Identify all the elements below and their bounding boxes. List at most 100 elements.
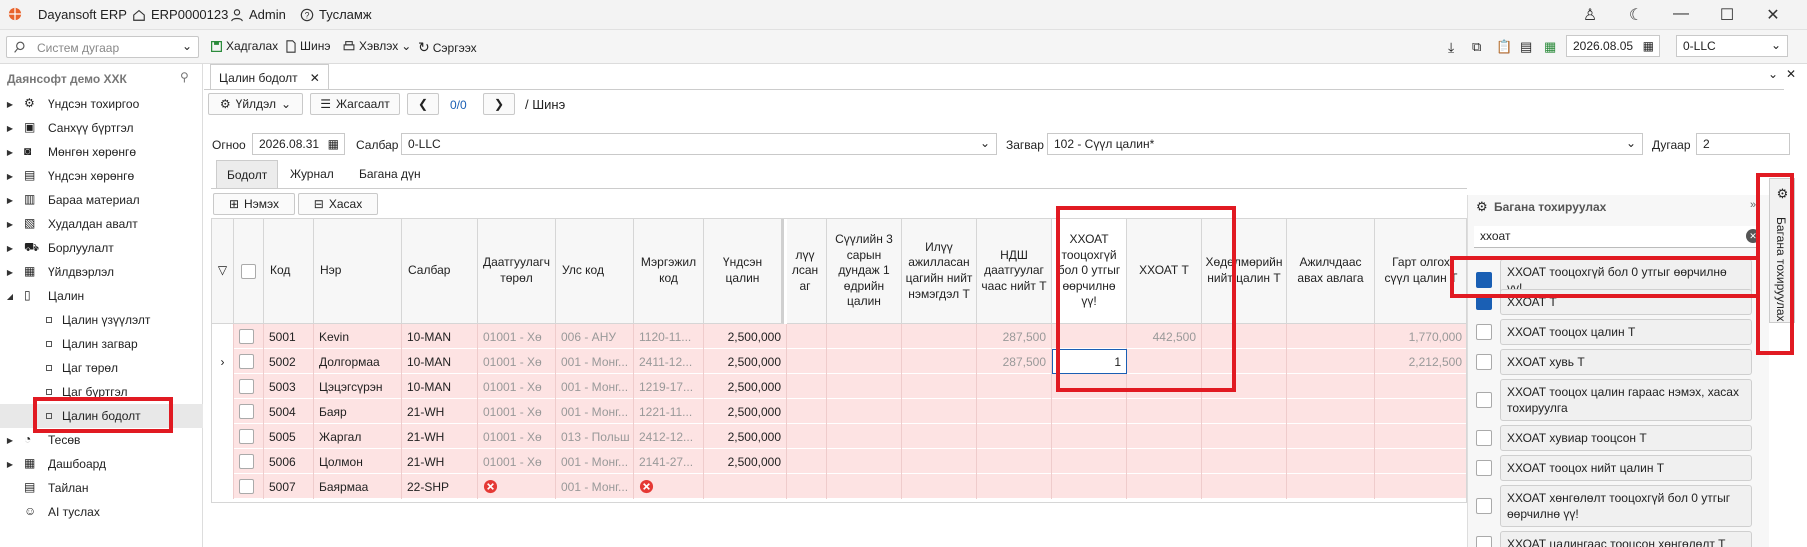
expand-arrow-icon[interactable]: ▶ <box>4 124 16 133</box>
sidebar-item-inventory[interactable]: ▶ ▥ Бараа материал <box>0 189 203 211</box>
date-field[interactable]: 2026.08.31 ▦ <box>252 133 345 155</box>
sidebar-subitem-time-type[interactable]: Цаг төрөл <box>46 357 118 379</box>
column-option[interactable]: ХХОАТ цалингаас тооцсон хөнгөлөлт Т <box>1476 531 1752 547</box>
print-button[interactable]: Хэвлэх ⌄ <box>342 39 411 53</box>
doc-number[interactable]: ERP0000123 <box>132 7 228 22</box>
help-menu[interactable]: ? Тусламж <box>300 7 372 22</box>
column-option[interactable]: ХХОАТ хувь Т <box>1476 349 1752 376</box>
checkbox[interactable] <box>1476 498 1492 515</box>
row-checkbox[interactable] <box>239 454 254 469</box>
row-checkbox[interactable] <box>239 354 254 369</box>
close-tab-icon[interactable]: ✕ <box>310 71 320 85</box>
checkbox[interactable] <box>1476 354 1492 371</box>
expand-arrow-icon[interactable]: ▶ <box>4 244 16 253</box>
checkbox[interactable] <box>1476 430 1492 447</box>
company-select[interactable]: 0-LLC ⌄ <box>1676 35 1788 57</box>
prev-button[interactable]: ❮ <box>407 93 439 115</box>
table-row[interactable]: › 5002 Долгормаа 10-MAN 01001 - Хө 001 -… <box>212 349 1466 374</box>
sidebar-item-purchase[interactable]: ▶ ▧ Худалдан авалт <box>0 213 203 235</box>
table-row[interactable]: 5001 Kevin 10-MAN 01001 - Хө 006 - АНУ 1… <box>212 324 1466 349</box>
sidebar-subitem-salary-indicator[interactable]: Цалин үзүүлэлт <box>46 309 150 331</box>
excel-icon[interactable]: ▦ <box>1544 39 1556 55</box>
sidebar-item-payroll[interactable]: ◢ ▯ Цалин <box>0 285 203 307</box>
table-row[interactable]: 5003 Цэцэгсүрэн 10-MAN 01001 - Хө 001 - … <box>212 374 1466 399</box>
notification-icon[interactable]: ♙ <box>1579 5 1601 25</box>
pin-icon[interactable]: ⚲ <box>180 70 189 84</box>
expand-arrow-icon[interactable]: ▶ <box>4 196 16 205</box>
column-option[interactable]: ХХОАТ тооцох нийт цалин Т <box>1476 455 1752 482</box>
subtab-column-total[interactable]: Багана дүн <box>349 160 431 188</box>
close-all-icon[interactable]: ✕ <box>1786 67 1796 81</box>
add-button[interactable]: ⊞ Нэмэх <box>213 193 295 215</box>
column-option[interactable]: ХХОАТ хувиар тооцсон Т <box>1476 425 1752 452</box>
sidebar-item-production[interactable]: ▶ ▦ Үйлдвэрлэл <box>0 261 203 283</box>
col-avg3[interactable]: Сүүлийн 3 сарын дундаж 1 өдрийн цалин <box>827 219 902 324</box>
table-row[interactable]: 5007 Баярмаа 22-SHP 001 - Монг... <box>212 474 1466 499</box>
sidebar-item-sales[interactable]: ▶ ⛟ Борлуулалт <box>0 237 203 259</box>
col-code[interactable]: Код <box>264 219 314 324</box>
column-option[interactable]: ХХОАТ тооцох цалин гараас нэмэх, хасах т… <box>1476 379 1752 422</box>
col-base-salary[interactable]: Үндсэн цалин <box>704 219 784 324</box>
subtab-journal[interactable]: Журнал <box>280 160 344 188</box>
checkbox[interactable] <box>1476 460 1492 477</box>
minimize-button[interactable]: — <box>1670 5 1692 25</box>
number-field[interactable]: 2 <box>1696 133 1790 155</box>
col-insured-type[interactable]: Даатгуулагч төрөл <box>478 219 556 324</box>
row-checkbox[interactable] <box>239 379 254 394</box>
row-checkbox[interactable] <box>239 404 254 419</box>
calendar-icon[interactable]: ▦ <box>328 137 339 151</box>
table-row[interactable]: 5006 Цолмон 21-WH 01001 - Хө 001 - Монг.… <box>212 449 1466 474</box>
row-checkbox[interactable] <box>239 429 254 444</box>
clipboard-icon[interactable]: ▤ <box>1520 39 1532 55</box>
list-button[interactable]: ☰ Жагсаалт <box>310 93 400 115</box>
col-overtime[interactable]: Илүү ажилласан цагийн нийт нэмэгдэл Т <box>902 219 977 324</box>
col-ndsh[interactable]: НДШ даатгуулаг чаас нийт Т <box>977 219 1052 324</box>
remove-button[interactable]: ⊟ Хасах <box>298 193 378 215</box>
sidebar-item-settings[interactable]: ▶ ⚙ Үндсэн тохиргоо <box>0 93 203 115</box>
sidebar-subitem-salary-template[interactable]: Цалин загвар <box>46 333 138 355</box>
col-partial[interactable]: лүү лсан аг <box>787 219 827 324</box>
system-number-search[interactable]: Систем дугаар ⌄ <box>6 36 199 58</box>
row-checkbox[interactable] <box>239 479 254 494</box>
collapse-arrow-icon[interactable]: ◢ <box>4 292 16 301</box>
close-button[interactable]: ✕ <box>1762 5 1784 25</box>
checkbox[interactable] <box>1476 536 1492 547</box>
sidebar-item-finance[interactable]: ▶ ▣ Санхүү бүртгэл <box>0 117 203 139</box>
new-button[interactable]: Шинэ <box>285 39 330 53</box>
checkbox[interactable] <box>1476 392 1492 409</box>
expand-arrow-icon[interactable]: ▶ <box>4 268 16 277</box>
col-name[interactable]: Нэр <box>314 219 402 324</box>
template-select[interactable]: 102 - Сүүл цалин* ⌄ <box>1047 133 1643 155</box>
chevron-down-icon[interactable]: ⌄ <box>182 39 192 53</box>
expand-arrow-icon[interactable]: ▶ <box>4 220 16 229</box>
paste-icon[interactable]: 📋 <box>1496 39 1512 55</box>
download-icon[interactable]: ⤓ <box>1448 39 1454 56</box>
column-option[interactable]: ХХОАТ хөнгөлөлт тооцохгүй бол 0 утгыг өө… <box>1476 485 1752 528</box>
process-button[interactable]: ⚙ Үйлдэл ⌄ <box>208 93 303 115</box>
copy-icon[interactable]: ⧉ <box>1472 39 1481 55</box>
tab-payroll-calc[interactable]: Цалин бодолт ✕ <box>210 64 329 90</box>
row-checkbox[interactable] <box>239 329 254 344</box>
sidebar-item-dashboard[interactable]: ▶ ▦ Дашбоард <box>0 453 203 475</box>
collapse-icon[interactable]: ⌄ <box>1768 67 1778 81</box>
chevron-down-icon[interactable]: ⌄ <box>401 39 411 53</box>
checkbox[interactable] <box>1476 324 1492 341</box>
col-advance[interactable]: Ажилчдаас авах авлага <box>1287 219 1375 324</box>
sidebar-item-assets[interactable]: ▶ ▤ Үндсэн хөрөнгө <box>0 165 203 187</box>
sidebar-item-report[interactable]: ▤ Тайлан <box>0 477 203 499</box>
theme-moon-icon[interactable]: ☾ <box>1625 5 1647 25</box>
table-row[interactable]: 5005 Жаргал 21-WH 01001 - Хө 013 - Польш… <box>212 424 1466 449</box>
sidebar-item-ai[interactable]: ☺ AI туслах <box>0 501 203 523</box>
table-row[interactable]: 5004 Баяр 21-WH 01001 - Хө 001 - Монг...… <box>212 399 1466 424</box>
next-button[interactable]: ❯ <box>483 93 515 115</box>
maximize-button[interactable]: ☐ <box>1716 5 1738 25</box>
expand-arrow-icon[interactable]: ▶ <box>4 148 16 157</box>
select-all-checkbox[interactable] <box>241 263 256 279</box>
expand-arrow-icon[interactable]: ▶ <box>4 436 16 445</box>
user-menu[interactable]: Admin <box>230 7 286 22</box>
subtab-calculation[interactable]: Бодолт <box>216 160 279 188</box>
refresh-button[interactable]: ↻ Сэргээх <box>418 39 477 56</box>
sidebar-item-cash[interactable]: ▶ ◙ Мөнгөн хөрөнгө <box>0 141 203 163</box>
column-option[interactable]: ХХОАТ тооцох цалин Т <box>1476 319 1752 346</box>
date-picker[interactable]: 2026.08.05 ▦ <box>1566 35 1660 57</box>
